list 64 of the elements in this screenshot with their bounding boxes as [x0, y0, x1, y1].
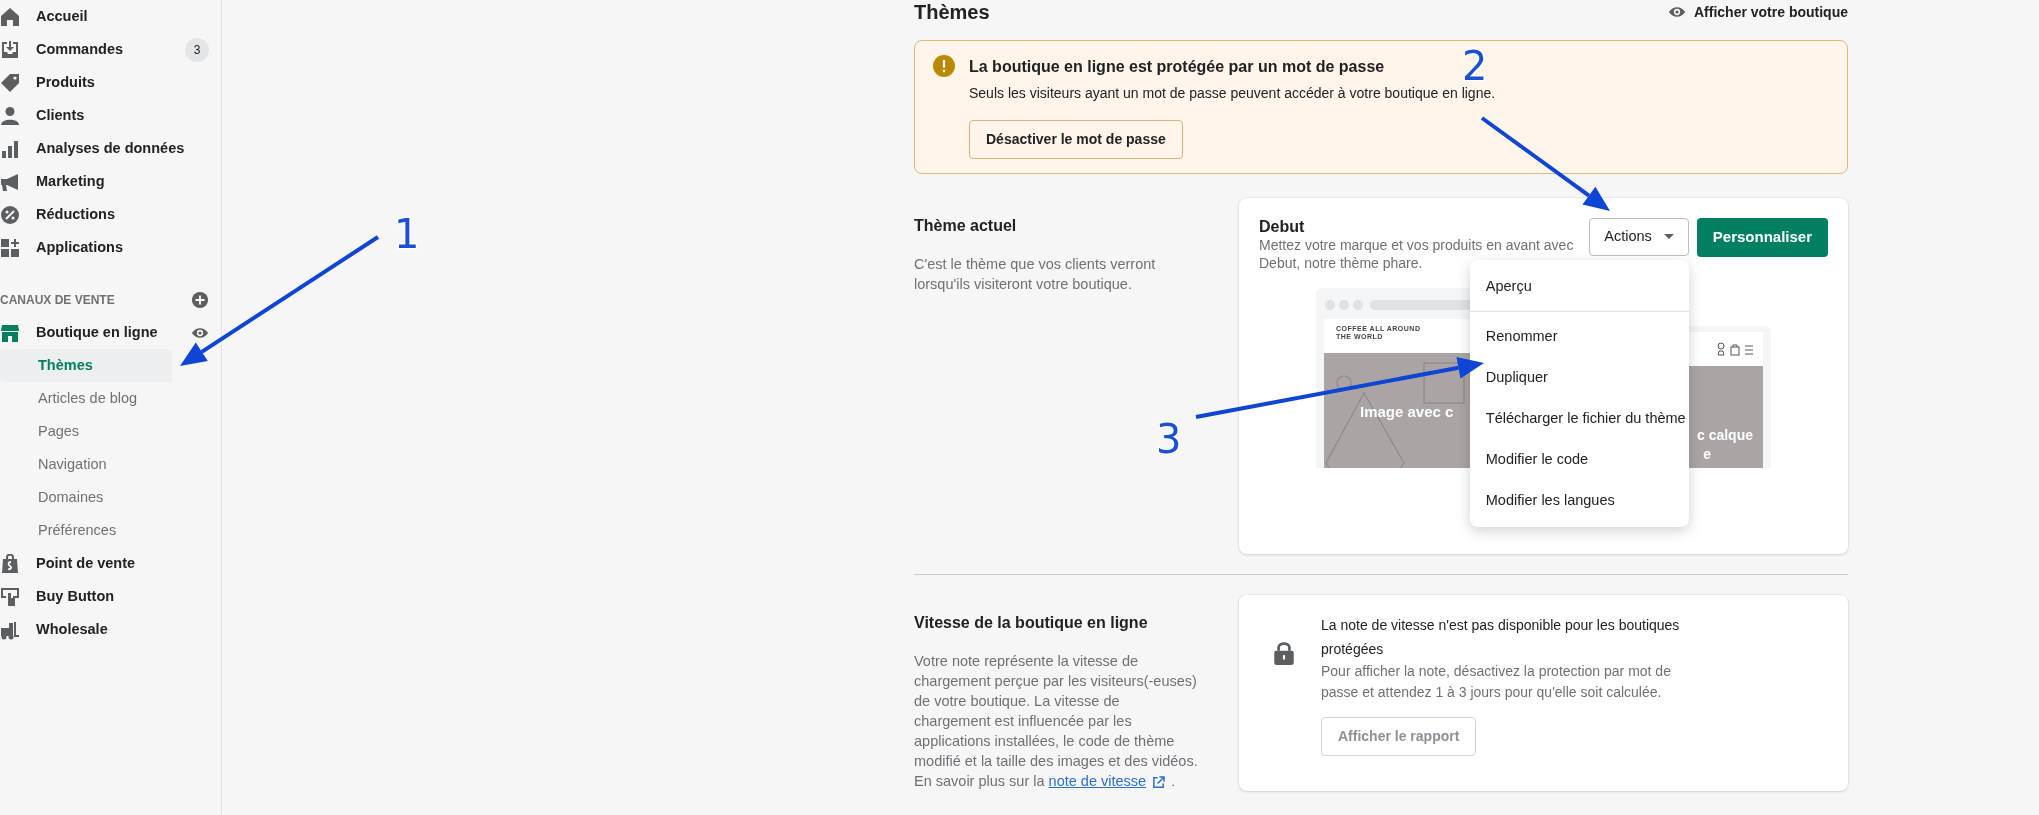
sidebar-subitem[interactable]: Domaines — [0, 481, 172, 514]
sidebar-item[interactable]: Buy Button — [36, 585, 115, 608]
view-store-link[interactable]: Afficher votre boutique — [1668, 0, 1848, 24]
person-icon — [0, 105, 20, 126]
sidebar-subitem[interactable]: Pages — [0, 415, 172, 448]
sidebar-subitem[interactable]: Thèmes — [0, 349, 172, 382]
storefront-icon — [0, 322, 20, 343]
header-icons-drawing — [1715, 341, 1755, 357]
apps-grid-icon — [0, 237, 20, 258]
banner-title: La boutique en ligne est protégée par un mot de passe — [969, 57, 1385, 77]
megaphone-icon — [0, 171, 20, 192]
external-link-icon — [1152, 775, 1166, 789]
card-title: La note de vitesse n'est pas disponible pour les boutiques protégées — [1321, 616, 1681, 659]
plus-circle-icon — [191, 290, 209, 309]
sidebar-item[interactable]: Produits — [0, 66, 221, 99]
sidebar-item[interactable]: Boutique en ligne — [36, 321, 158, 344]
inbox-download-icon — [0, 39, 20, 60]
theme-name: Debut — [1259, 218, 1306, 236]
actions-button[interactable]: Actions — [1589, 218, 1689, 256]
card-text: Pour afficher la note, désactivez la protection par mot de passe et attendez 1 à 3 jours pour qu'elle soit calculée. — [1321, 662, 1672, 702]
menu-item[interactable]: Télécharger le fichier du thème — [1469, 397, 1689, 439]
preview-heading: Image avec c — [1360, 402, 1454, 422]
sidebar-item[interactable]: Wholesale — [36, 618, 108, 641]
sidebar-subitem[interactable]: Articles de blog — [0, 382, 172, 415]
sidebar-item[interactable]: Réductions — [0, 198, 221, 231]
bar-chart-icon — [0, 138, 20, 159]
forklift-icon — [0, 619, 20, 640]
home-icon — [0, 6, 20, 27]
preview-heading: c calque — [1695, 426, 1753, 444]
customize-button[interactable]: Personnaliser — [1696, 218, 1828, 257]
section-heading: Thème actuel — [914, 216, 1018, 236]
section-heading: Vitesse de la boutique en ligne — [914, 613, 1149, 633]
shopping-bag-icon — [0, 553, 20, 574]
preview-heading: e — [1703, 445, 1711, 463]
annotation-number: 3 — [1156, 416, 1182, 462]
speed-score-link[interactable]: note de vitesse — [1048, 773, 1147, 789]
section-heading: CANAUX DE VENTE — [0, 291, 115, 309]
sidebar-item[interactable]: Accueil — [0, 0, 221, 33]
sidebar-item[interactable]: Point de vente — [36, 552, 136, 575]
add-button[interactable] — [191, 290, 209, 309]
pointer-button-icon — [0, 586, 20, 607]
disable-password-button[interactable]: Désactiver le mot de passe — [969, 120, 1183, 159]
count-badge: 3 — [185, 37, 209, 62]
sidebar-subitem[interactable]: Navigation — [0, 448, 172, 481]
warning-icon — [933, 55, 955, 77]
caret-icon — [1663, 234, 1674, 240]
discount-badge-icon — [0, 204, 20, 225]
page-title: Thèmes — [914, 0, 990, 24]
annotation-number: 1 — [394, 211, 420, 257]
lock-icon — [1271, 639, 1297, 667]
sidebar-item[interactable]: Analyses de données — [0, 132, 221, 165]
sidebar-subitem[interactable]: Préférences — [0, 514, 172, 547]
sidebar-item[interactable]: Applications — [0, 231, 221, 264]
section-description: Votre note représente la vitesse de chargement perçue par les visiteurs(-euses) de votre boutique. La vitesse de chargement est influencée par les applications installées, le code de thème modifié et la taille des images et des vidéos. En savoir plus sur la note de vitesse . — [914, 652, 1199, 791]
sidebar-item[interactable]: Commandes 3 — [0, 33, 221, 66]
menu-item[interactable]: Modifier le code — [1469, 438, 1689, 480]
menu-item[interactable]: Renommer — [1469, 315, 1689, 357]
sidebar-item[interactable]: Clients — [0, 99, 221, 132]
menu-item[interactable]: Modifier les langues — [1469, 479, 1689, 521]
section-description: C'est le thème que vos clients verront lorsqu'ils visiteront votre boutique. — [914, 255, 1157, 294]
menu-item[interactable]: Dupliquer — [1469, 356, 1689, 398]
sidebar-item[interactable]: Marketing — [0, 165, 221, 198]
banner-text: Seuls les visiteurs ayant un mot de passe peuvent accéder à votre boutique en ligne. — [969, 84, 1496, 103]
tag-icon — [0, 72, 20, 93]
